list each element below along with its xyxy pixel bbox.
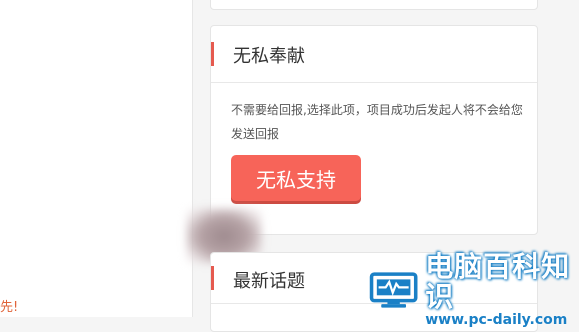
left-text-snippet: 先! [0,300,19,315]
previous-card [210,0,538,10]
watermark-text: 电脑百科知识 www.pc-daily.com [425,249,579,328]
title-accent-bar [211,42,214,66]
topics-card-title: 最新话题 [233,271,305,292]
selfless-description: 不需要给回报,选择此项，项目成功后发起人将不会给您发送回报 [231,103,523,141]
selfless-card-header: 无私奉献 [211,26,537,83]
watermark-url: www.pc-daily.com [425,311,568,328]
selfless-support-card: 无私奉献 不需要给回报,选择此项，项目成功后发起人将不会给您发送回报 无私支持 [210,25,538,235]
selfless-support-button[interactable]: 无私支持 [231,155,361,201]
site-watermark: 电脑百科知识 www.pc-daily.com [364,251,579,328]
title-accent-bar [211,266,214,290]
selfless-card-title: 无私奉献 [233,46,305,67]
watermark-title: 电脑百科知识 [425,249,571,313]
left-content-pane: 先! [0,0,193,317]
monitor-heartbeat-icon [369,271,418,308]
